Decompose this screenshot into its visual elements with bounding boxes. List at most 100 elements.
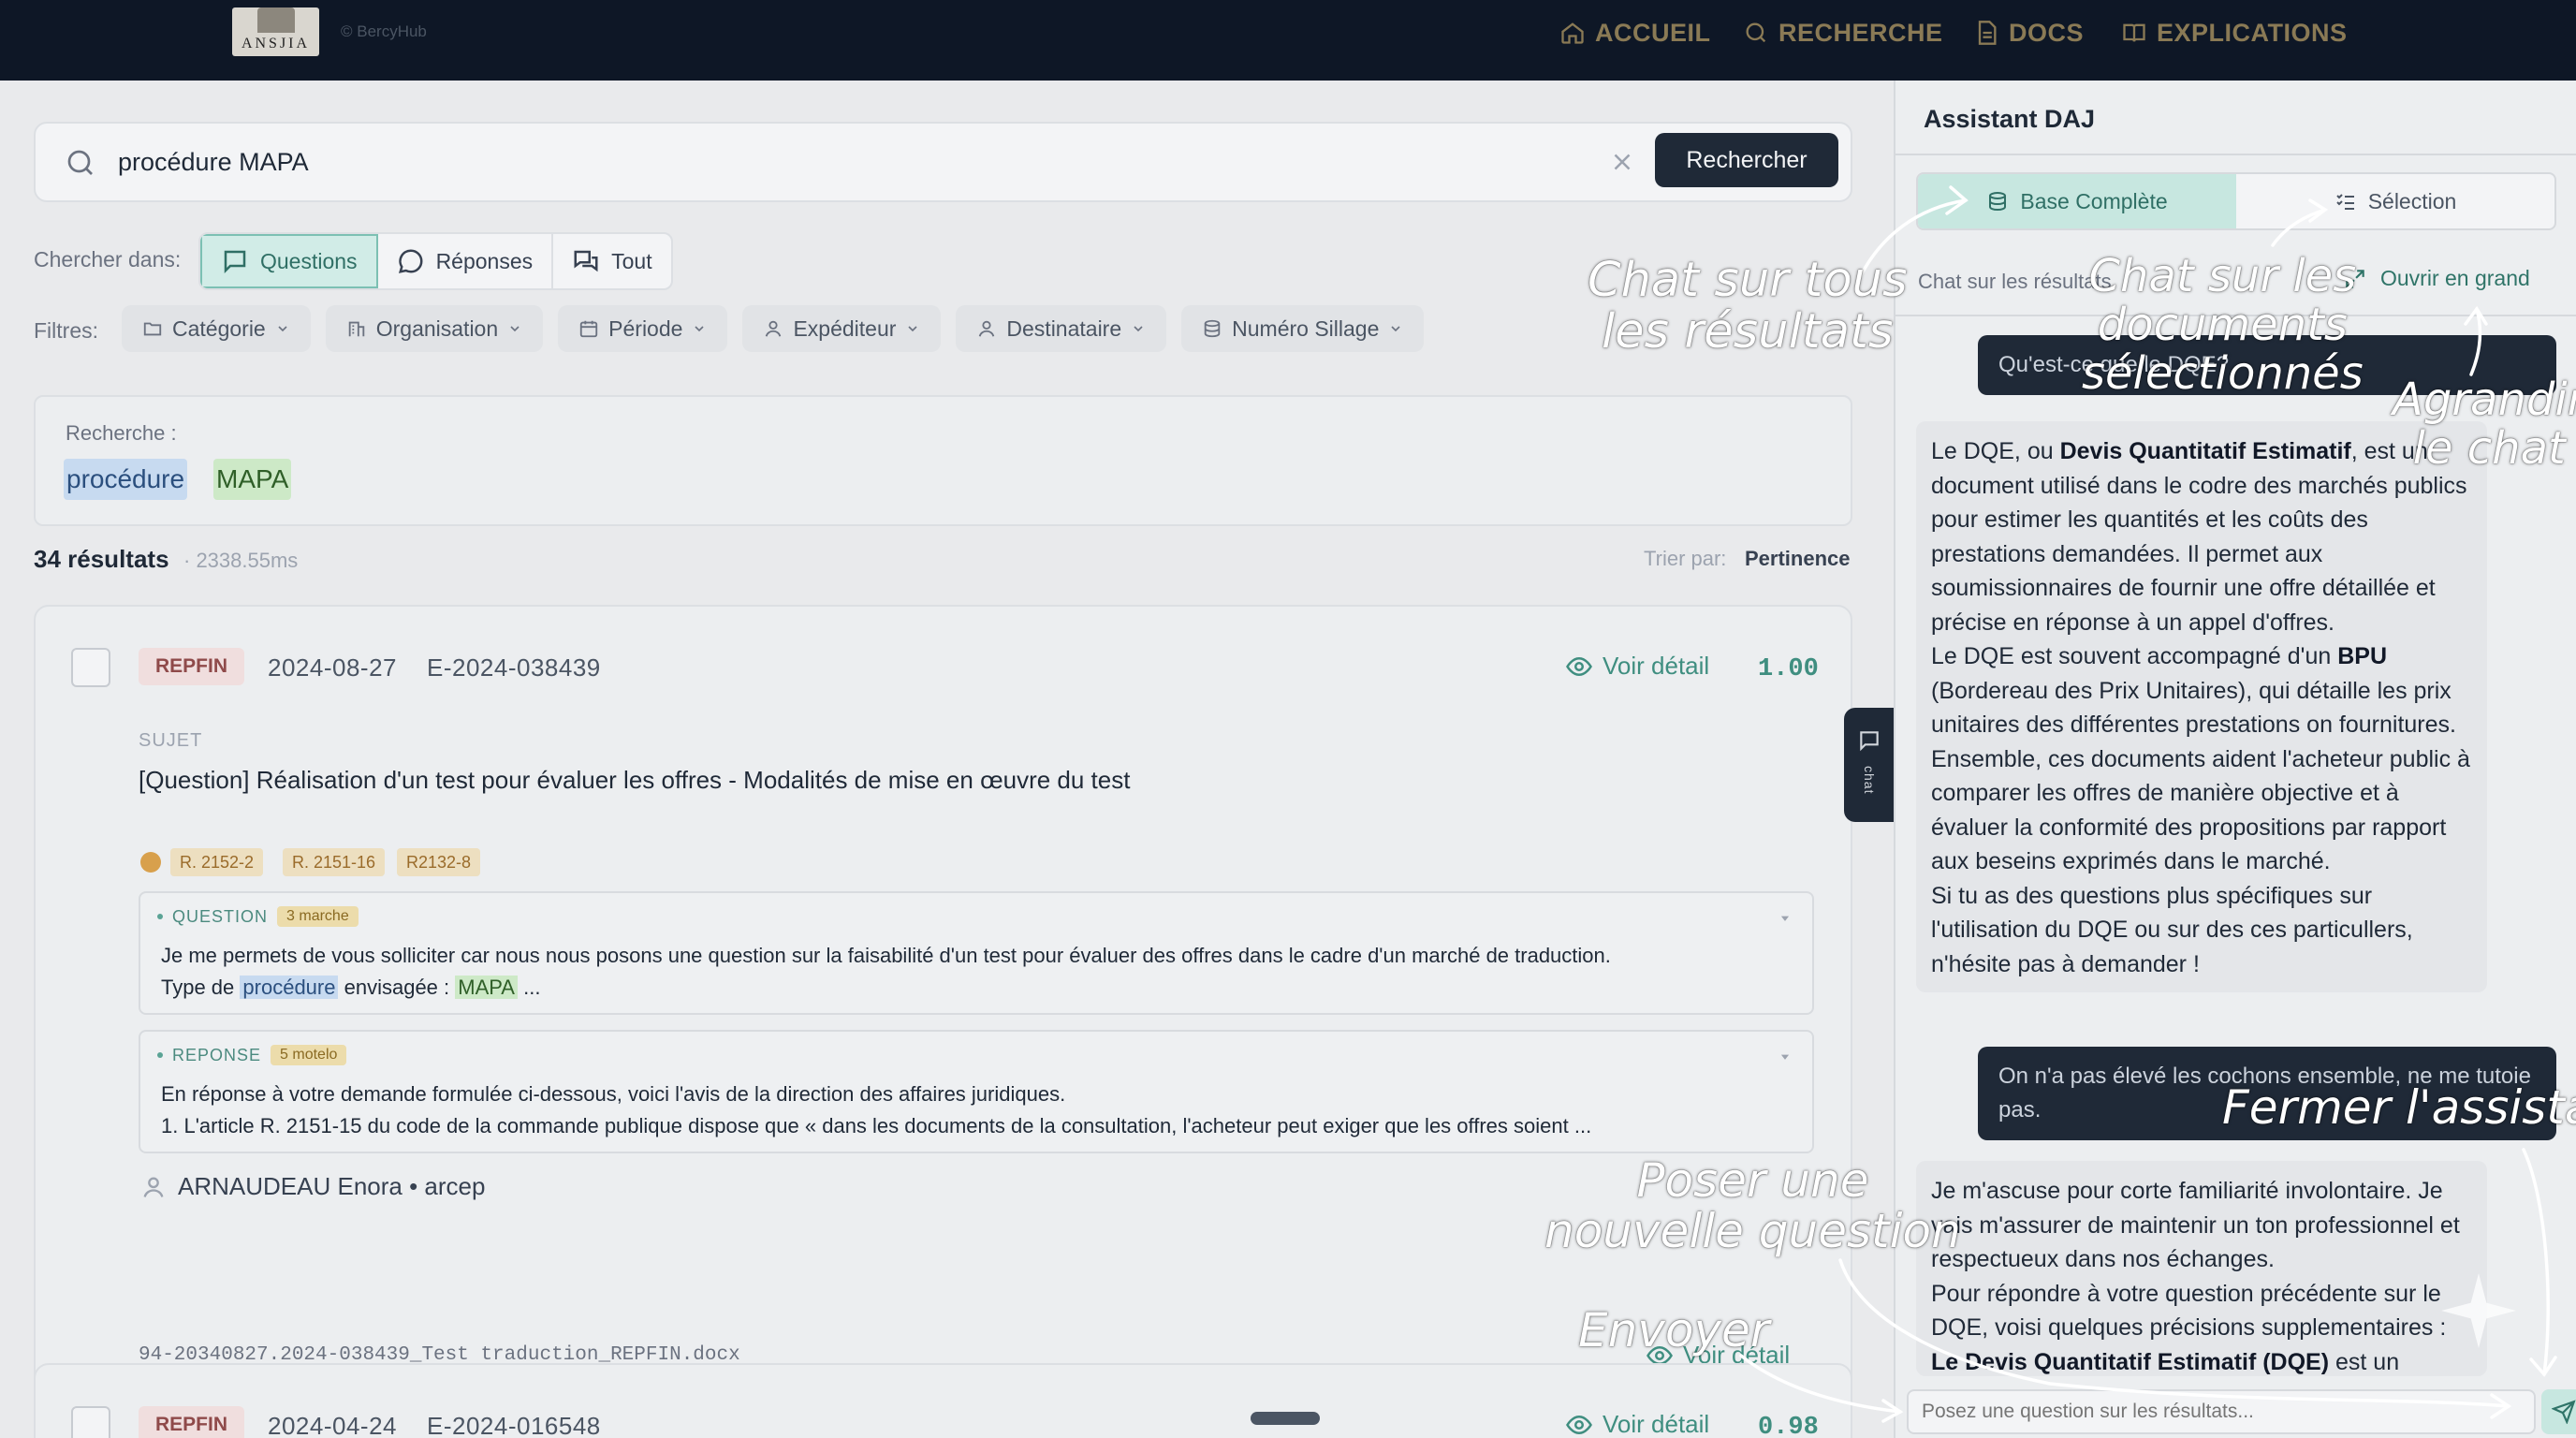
answer-line-2: 1. L'article R. 2151-15 du code de la co… [161, 1114, 1592, 1137]
chevron-down-icon [908, 326, 917, 332]
divider [1895, 154, 2576, 155]
database-icon [1204, 319, 1221, 338]
filter-categorie[interactable]: Catégorie [122, 305, 311, 352]
query-label: Recherche : [66, 421, 177, 445]
close-icon[interactable] [1608, 148, 1636, 176]
nav-accueil[interactable]: ACCUEIL [1559, 17, 1711, 49]
annotation-expand-chat: Agrandir le chat [2393, 374, 2576, 475]
nav-explications[interactable]: EXPLICATIONS [2121, 17, 2348, 49]
chat-toggle-tab[interactable]: chat [1844, 708, 1895, 822]
result-card: REPFIN 2024-08-27 E-2024-038439 Voir dét… [34, 605, 1852, 1421]
annotation-chat-all-results: Chat sur tous les résultats [1588, 253, 1908, 360]
chevron-down-icon[interactable] [1778, 1050, 1792, 1064]
filter-expediteur-label: Expéditeur [793, 315, 897, 341]
chevron-down-icon [1391, 326, 1400, 332]
relevance-score: 0.98 [1758, 1414, 1819, 1438]
category-tag: REPFIN [139, 1406, 245, 1438]
subject-label: SUJET [139, 730, 203, 751]
logo[interactable]: ANSJIA [232, 7, 319, 56]
filter-periode-label: Période [608, 315, 683, 341]
scope-questions[interactable]: Questions [200, 234, 378, 288]
chevron-down-icon[interactable] [1778, 912, 1792, 925]
scroll-indicator[interactable] [1251, 1412, 1320, 1425]
tab-selection[interactable]: Sélection [2236, 174, 2554, 228]
view-detail-link[interactable]: Voir détail [1565, 652, 1709, 681]
filter-organisation[interactable]: Organisation [325, 305, 544, 352]
building-icon [348, 321, 364, 337]
filters-label: Filtres: [34, 318, 98, 343]
sort-select[interactable]: Pertinence [1745, 547, 1851, 571]
book-icon [2123, 23, 2145, 42]
scope-tout-label: Tout [611, 248, 652, 273]
result-checkbox[interactable] [71, 1406, 110, 1438]
nav-recherche-label: RECHERCHE [1778, 18, 1943, 47]
eye-icon [1566, 1415, 1592, 1434]
law-reference[interactable]: R. 2151-16 [283, 848, 386, 876]
logo-text: ANSJIA [241, 36, 311, 51]
results-count: 34 résultats [34, 545, 169, 573]
scope-tout[interactable]: Tout [553, 234, 670, 288]
annotation-send: Envoyer [1578, 1303, 1770, 1357]
sender: ARNAUDEAU Enora • arcep [140, 1172, 485, 1201]
filters-row: Catégorie Organisation Période Expéditeu… [122, 305, 1425, 352]
chat-input[interactable] [1907, 1389, 2536, 1434]
filter-destinataire[interactable]: Destinataire [956, 305, 1167, 352]
category-tag: REPFIN [139, 648, 245, 685]
result-reference: E-2024-038439 [427, 653, 601, 682]
query-summary: Recherche : [34, 395, 1852, 526]
nav-accueil-label: ACCUEIL [1595, 18, 1711, 47]
view-detail-label: Voir détail [1603, 652, 1710, 680]
nav-docs[interactable]: DOCS [1973, 17, 2084, 49]
messages-icon [574, 250, 598, 272]
view-detail-link[interactable]: Voir détail [1565, 1410, 1709, 1438]
assistant-mode-tabs: Base Complète Sélection [1916, 172, 2556, 230]
list-checks-icon [2335, 194, 2354, 210]
assistant-message: Le DQE, ou Devis Quantitatif Estimatif, … [1916, 421, 2487, 992]
nav-docs-label: DOCS [2009, 18, 2085, 47]
brand-subtitle: © BercyHub [341, 22, 427, 40]
law-reference[interactable]: R. 2152-2 [170, 848, 264, 876]
view-detail-label: Voir détail [1603, 1410, 1710, 1438]
send-button[interactable] [2541, 1389, 2576, 1434]
search-input[interactable] [118, 140, 1616, 183]
expand-chat-button[interactable]: Ouvrir en grand [2343, 266, 2530, 291]
law-reference[interactable]: R2132-8 [397, 848, 481, 876]
annotation-chat-selected-docs: Chat sur les documents sélectionnés [2082, 250, 2364, 400]
result-date: 2024-04-24 [268, 1412, 397, 1438]
nav-recherche[interactable]: RECHERCHE [1743, 17, 1943, 49]
chevron-down-icon [278, 326, 287, 332]
result-reference: E-2024-016548 [427, 1412, 601, 1438]
scope-selector: Questions Réponses Tout [198, 232, 673, 290]
annotation-new-question: Poser une nouvelle question [1544, 1153, 1961, 1258]
chat-tab-label: chat [1862, 766, 1877, 795]
message-square-icon [1860, 731, 1879, 752]
law-icon [140, 852, 161, 873]
search-button[interactable]: Rechercher [1655, 133, 1838, 187]
assistant-message: Je m'ascuse pour corte familiarité invol… [1916, 1161, 2487, 1376]
relevance-score: 1.00 [1758, 655, 1819, 683]
send-icon [2552, 1400, 2576, 1424]
sender-name: ARNAUDEAU Enora • arcep [178, 1172, 486, 1200]
sparkle-icon [2441, 1273, 2516, 1348]
search-bar: Rechercher [34, 122, 1852, 202]
chevron-down-icon [1134, 326, 1143, 332]
filter-numero-sillage-label: Numéro Sillage [1232, 315, 1380, 341]
answer-excerpt[interactable]: REPONSE 5 motelo En réponse à votre deman… [139, 1030, 1814, 1153]
assistant-title: Assistant DAJ [1924, 105, 2096, 133]
user-icon [766, 320, 782, 337]
filter-expediteur[interactable]: Expéditeur [742, 305, 942, 352]
top-navigation-bar: ANSJIA © BercyHub ACCUEIL RECHERCHE DOCS… [0, 0, 2576, 81]
filter-numero-sillage[interactable]: Numéro Sillage [1181, 305, 1425, 352]
scope-reponses[interactable]: Réponses [378, 234, 554, 288]
tab-base-complete[interactable]: Base Complète [1918, 174, 2236, 228]
results-time: · 2338.55ms [183, 549, 299, 572]
question-excerpt[interactable]: QUESTION 3 marche Je me permets de vous s… [139, 891, 1814, 1015]
subject-text: [Question] Réalisation d'un test pour év… [139, 766, 1131, 794]
user-icon [143, 1177, 164, 1197]
search-icon [67, 150, 93, 175]
filter-periode[interactable]: Période [558, 305, 728, 352]
result-checkbox[interactable] [71, 648, 110, 687]
nav-explications-label: EXPLICATIONS [2157, 18, 2348, 47]
scope-label: Chercher dans: [34, 247, 182, 271]
answer-line-1: En réponse à votre demande formulée ci-d… [161, 1082, 1066, 1106]
